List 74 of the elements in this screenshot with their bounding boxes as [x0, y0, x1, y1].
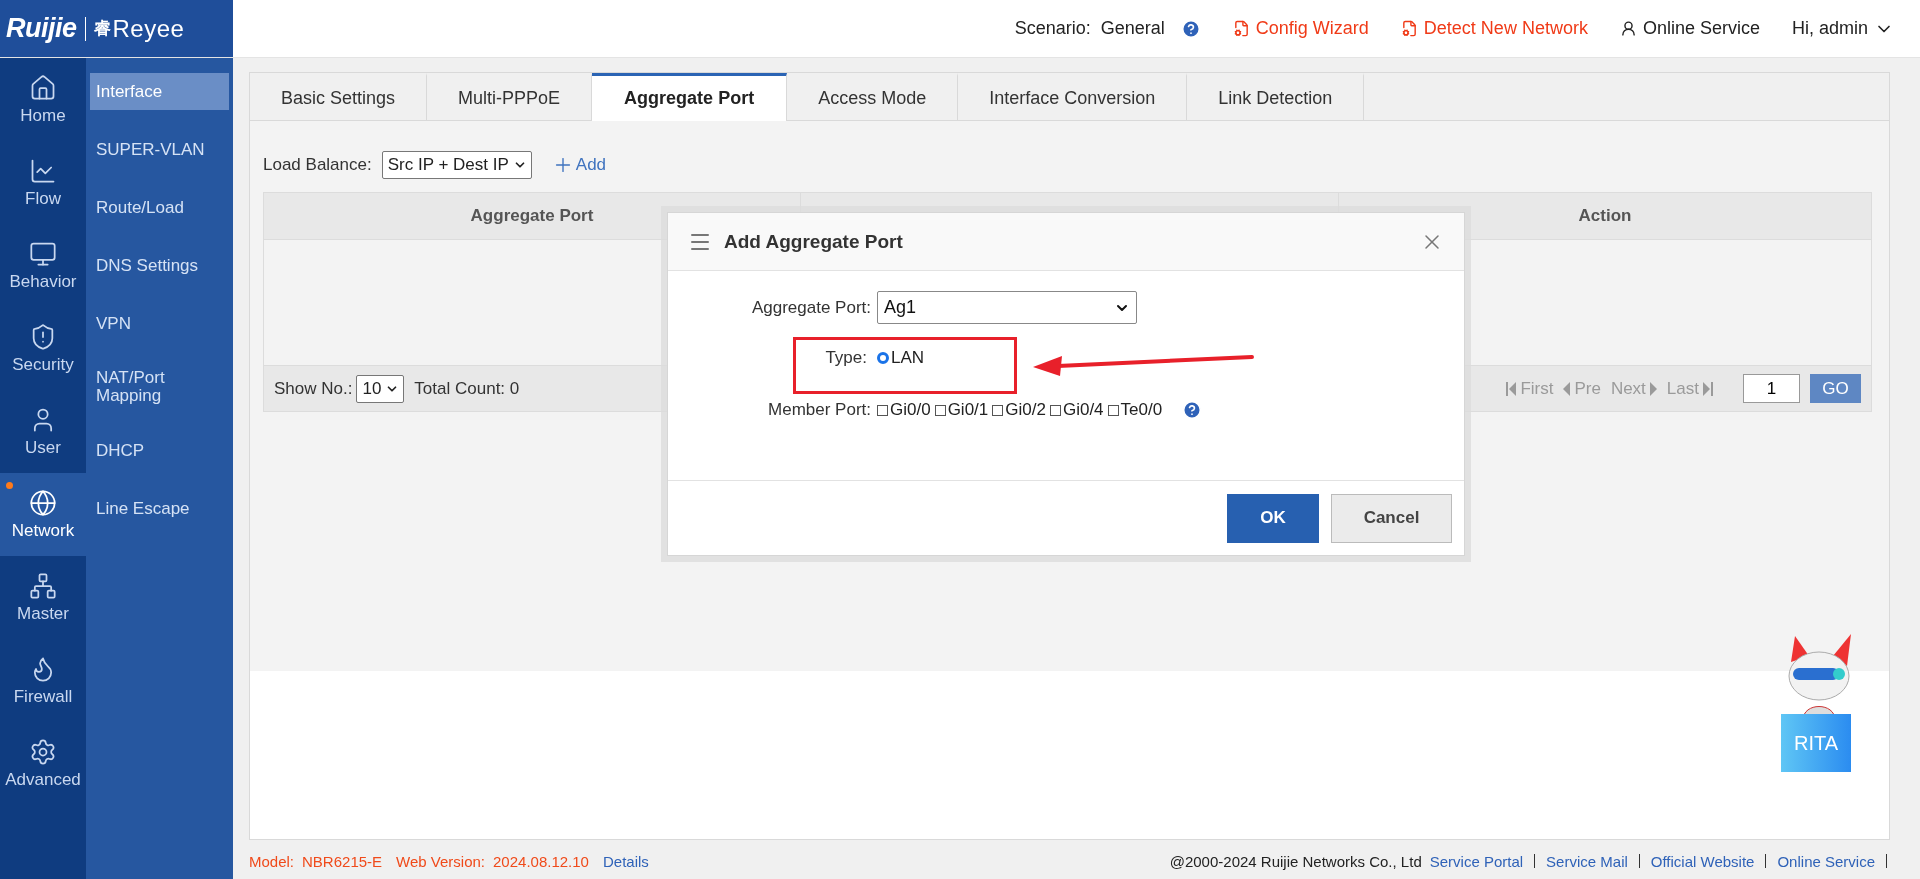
subnav-item[interactable]: DNS Settings: [90, 247, 229, 284]
model-label: Model:: [249, 852, 295, 870]
header-link[interactable]: Config Wizard: [1232, 18, 1369, 39]
nav-rail-item[interactable]: Flow: [0, 141, 86, 224]
member-port-checkbox[interactable]: Gi0/2: [992, 400, 1046, 420]
page-number-input[interactable]: 1: [1743, 374, 1800, 403]
logo-text: Reyee: [112, 14, 185, 43]
nav-rail-item[interactable]: Behavior: [0, 224, 86, 307]
cancel-button[interactable]: Cancel: [1331, 493, 1452, 543]
member-port-checkbox[interactable]: Gi0/0: [877, 400, 931, 420]
go-button[interactable]: GO: [1810, 374, 1861, 403]
subnav-item[interactable]: DHCP: [90, 432, 229, 469]
subnav-item[interactable]: Line Escape: [90, 490, 229, 527]
field-label: Aggregate Port:: [750, 297, 871, 318]
header-link[interactable]: Detect New Network: [1400, 18, 1588, 39]
nav-rail-item[interactable]: Master: [0, 556, 86, 639]
aggregate-port-select[interactable]: Ag1: [877, 291, 1137, 324]
nav-rail-item[interactable]: Home: [0, 58, 86, 141]
tab[interactable]: Access Mode: [787, 73, 959, 120]
page-size-select[interactable]: 10: [356, 374, 405, 403]
tab[interactable]: Link Detection: [1187, 73, 1365, 120]
header-link[interactable]: Online Service: [1619, 18, 1760, 39]
nav-rail-item[interactable]: User: [0, 390, 86, 473]
version-value: 2024.08.12.10: [493, 852, 589, 870]
nav-icon: [29, 571, 57, 600]
type-radio[interactable]: LAN: [877, 348, 925, 368]
footer-link[interactable]: Official Website: [1650, 852, 1755, 870]
nav-icon: [29, 737, 57, 766]
member-port-checkbox[interactable]: Gi0/4: [1049, 400, 1104, 420]
model-value: NBR6215-E: [302, 852, 383, 870]
triangle-right-icon: [1649, 381, 1657, 396]
member-port-checkbox[interactable]: Gi0/1: [934, 400, 989, 420]
last-page-icon: [1703, 381, 1713, 396]
copyright-text: @2000-2024 Ruijie Networks Co., Ltd: [1169, 852, 1422, 870]
triangle-left-icon: [1563, 381, 1571, 396]
logo-text: 睿: [93, 18, 111, 40]
first-page-icon: [1506, 381, 1517, 396]
version-label: Web Version:: [396, 852, 486, 870]
nav-rail-item[interactable]: Firewall: [0, 639, 86, 722]
nav-icon: [29, 73, 57, 102]
nav-rail-item[interactable]: Advanced: [0, 722, 86, 805]
user-menu[interactable]: Hi, admin: [1791, 18, 1894, 39]
logo-text: Ruijie: [6, 13, 77, 44]
column-header: Action: [1577, 205, 1633, 227]
load-balance-label: Load Balance:: [263, 155, 372, 175]
show-number-label: Show No.:: [274, 378, 353, 399]
nav-icon: [29, 488, 57, 517]
load-balance-select[interactable]: Src IP + Dest IP: [381, 151, 532, 179]
tab[interactable]: Basic Settings: [250, 73, 428, 120]
total-count: Total Count: 0: [414, 378, 520, 399]
document-gear-icon: [1400, 20, 1418, 37]
person-icon: [1619, 20, 1637, 37]
nav-rail-item[interactable]: Security: [0, 307, 86, 390]
help-icon[interactable]: [1180, 18, 1201, 39]
footer-link[interactable]: Service Portal: [1429, 852, 1524, 870]
field-label: Member Port:: [767, 400, 871, 420]
subnav-item[interactable]: VPN: [90, 305, 229, 342]
scenario-value: General: [1100, 18, 1165, 39]
subnav-item[interactable]: Route/Load: [90, 189, 229, 226]
footer-link[interactable]: Service Mail: [1546, 852, 1628, 870]
nav-rail-item[interactable]: Network: [0, 473, 86, 556]
ok-button[interactable]: OK: [1227, 493, 1319, 543]
details-link[interactable]: Details: [602, 852, 649, 870]
scenario-label: Scenario:: [1014, 18, 1091, 39]
member-port-checkbox[interactable]: Te0/0: [1107, 400, 1163, 420]
tab[interactable]: Interface Conversion: [958, 73, 1188, 120]
document-gear-icon: [1232, 20, 1250, 37]
help-icon[interactable]: [1182, 400, 1203, 420]
tab[interactable]: Aggregate Port: [592, 73, 788, 121]
subnav-item[interactable]: SUPER-VLAN: [90, 131, 229, 168]
footer-link[interactable]: Online Service: [1777, 852, 1875, 870]
add-button[interactable]: Add: [551, 154, 607, 176]
subnav-item[interactable]: NAT/Port Mapping: [90, 363, 229, 411]
field-label: Type:: [824, 348, 867, 368]
